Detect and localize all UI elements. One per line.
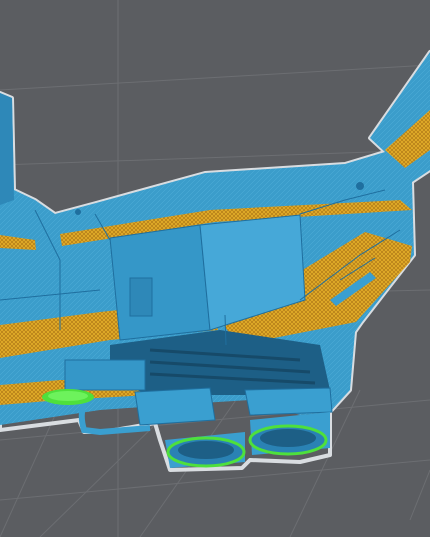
thruster-right[interactable] <box>248 412 330 456</box>
3d-model-viewport[interactable] <box>0 0 430 537</box>
vent-detail <box>129 277 153 317</box>
lower-block-left <box>64 359 146 391</box>
viewport-canvas[interactable] <box>0 0 430 537</box>
selection-marker-inner <box>48 391 88 401</box>
thruster-left[interactable] <box>165 432 246 468</box>
left-wall-panel <box>0 93 14 205</box>
lower-block-center <box>134 387 216 426</box>
bolt-detail <box>356 182 364 190</box>
center-box-face <box>109 224 211 341</box>
ship-model[interactable] <box>0 50 430 472</box>
lower-block-right <box>244 387 333 416</box>
bolt-detail-2 <box>75 209 81 215</box>
